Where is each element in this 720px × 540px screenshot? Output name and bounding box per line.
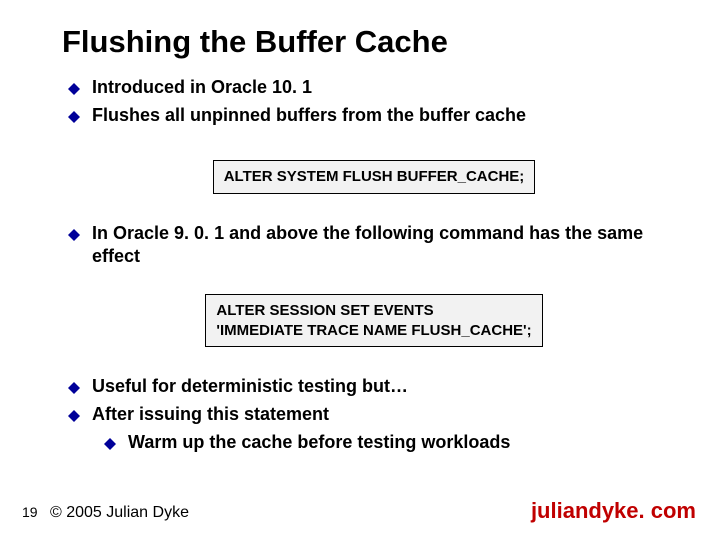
diamond-bullet-icon bbox=[68, 228, 80, 246]
bullet-item: Useful for deterministic testing but… bbox=[68, 375, 680, 399]
bullet-text: Warm up the cache before testing workloa… bbox=[128, 431, 510, 454]
code-box: ALTER SESSION SET EVENTS 'IMMEDIATE TRAC… bbox=[205, 294, 542, 347]
diamond-bullet-icon bbox=[68, 110, 80, 128]
slide: Flushing the Buffer Cache Introduced in … bbox=[0, 0, 720, 540]
bullet-item: After issuing this statement bbox=[68, 403, 680, 427]
page-number: 19 bbox=[22, 504, 38, 520]
bullet-text: Useful for deterministic testing but… bbox=[92, 375, 408, 398]
bullet-item: Introduced in Oracle 10. 1 bbox=[68, 76, 680, 100]
code-box-wrap: ALTER SESSION SET EVENTS 'IMMEDIATE TRAC… bbox=[68, 294, 680, 347]
bullet-text: Introduced in Oracle 10. 1 bbox=[92, 76, 312, 99]
code-box: ALTER SYSTEM FLUSH BUFFER_CACHE; bbox=[213, 160, 536, 194]
diamond-bullet-icon bbox=[104, 437, 116, 455]
bullet-text: Flushes all unpinned buffers from the bu… bbox=[92, 104, 526, 127]
code-line: ALTER SYSTEM FLUSH BUFFER_CACHE; bbox=[224, 168, 525, 185]
slide-title: Flushing the Buffer Cache bbox=[62, 24, 448, 60]
bullet-text: After issuing this statement bbox=[92, 403, 329, 426]
code-line: ALTER SESSION SET EVENTS bbox=[216, 302, 433, 319]
code-box-wrap: ALTER SYSTEM FLUSH BUFFER_CACHE; bbox=[68, 160, 680, 194]
slide-content: Introduced in Oracle 10. 1 Flushes all u… bbox=[68, 76, 680, 459]
diamond-bullet-icon bbox=[68, 82, 80, 100]
sub-bullet-item: Warm up the cache before testing workloa… bbox=[104, 431, 680, 455]
bullet-text: In Oracle 9. 0. 1 and above the followin… bbox=[92, 222, 680, 269]
copyright-text: © 2005 Julian Dyke bbox=[50, 504, 189, 522]
bullet-item: Flushes all unpinned buffers from the bu… bbox=[68, 104, 680, 128]
code-line: 'IMMEDIATE TRACE NAME FLUSH_CACHE'; bbox=[216, 322, 531, 339]
bullet-item: In Oracle 9. 0. 1 and above the followin… bbox=[68, 222, 680, 269]
site-url: juliandyke. com bbox=[531, 498, 696, 524]
diamond-bullet-icon bbox=[68, 409, 80, 427]
diamond-bullet-icon bbox=[68, 381, 80, 399]
